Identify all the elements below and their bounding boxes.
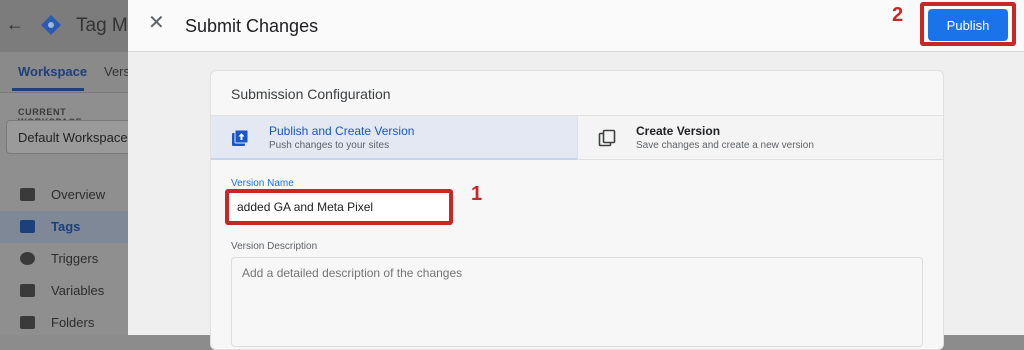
sidebar-item-label: Overview: [51, 187, 106, 202]
sidebar-item-variables[interactable]: Variables: [0, 275, 128, 307]
submission-configuration-card: Submission Configuration Publish and Cre…: [210, 70, 944, 350]
publish-button[interactable]: Publish: [928, 9, 1008, 41]
option-title: Create Version: [636, 124, 721, 138]
folder-icon: [20, 316, 35, 329]
version-name-highlight-box: [225, 189, 453, 225]
trigger-icon: [20, 252, 35, 265]
publish-upload-icon: [232, 129, 249, 146]
tag-manager-logo-icon: [41, 15, 61, 35]
option-publish-and-create-version[interactable]: Publish and Create Version Push changes …: [211, 116, 577, 160]
submit-changes-panel: ✕ Submit Changes 2 Publish Submission Co…: [128, 0, 1024, 350]
option-create-version[interactable]: Create Version Save changes and create a…: [577, 116, 943, 160]
panel-header: ✕ Submit Changes 2 Publish: [128, 0, 1024, 52]
workspace-name: Default Workspace: [18, 130, 128, 145]
overview-icon: [20, 188, 35, 201]
close-icon[interactable]: ✕: [148, 13, 165, 33]
background-app: ← Tag Ma Workspace Vers CURRENT WORKSPAC…: [0, 0, 140, 335]
variables-icon: [20, 284, 35, 297]
tag-icon: [20, 220, 35, 233]
option-title: Publish and Create Version: [269, 124, 415, 138]
annotation-marker-2: 2: [892, 4, 904, 26]
tab-workspace[interactable]: Workspace: [18, 64, 87, 79]
card-title: Submission Configuration: [231, 86, 391, 102]
tab-versions[interactable]: Vers: [104, 64, 130, 79]
copy-icon: [598, 129, 616, 147]
version-name-label: Version Name: [231, 178, 294, 189]
sidebar-item-label: Variables: [51, 283, 105, 298]
version-description-label: Version Description: [231, 241, 318, 252]
option-subtitle: Save changes and create a new version: [636, 140, 814, 151]
background-tabs: Workspace Vers: [0, 52, 130, 93]
sidebar-item-label: Folders: [51, 315, 95, 330]
sidebar-item-tags[interactable]: Tags: [0, 211, 128, 243]
annotation-marker-1: 1: [471, 183, 483, 205]
sidebar-item-triggers[interactable]: Triggers: [0, 243, 128, 275]
sidebar-item-label: Tags: [51, 219, 81, 234]
active-tab-indicator: [12, 88, 84, 91]
sidebar-item-label: Triggers: [51, 251, 99, 266]
sidebar-item-overview[interactable]: Overview: [0, 179, 128, 211]
version-description-field[interactable]: [231, 257, 923, 347]
version-name-field[interactable]: [233, 197, 451, 217]
back-arrow-icon: ←: [6, 14, 24, 34]
panel-title: Submit Changes: [185, 16, 319, 36]
option-subtitle: Push changes to your sites: [269, 140, 390, 151]
sidebar-item-folders[interactable]: Folders: [0, 307, 128, 339]
